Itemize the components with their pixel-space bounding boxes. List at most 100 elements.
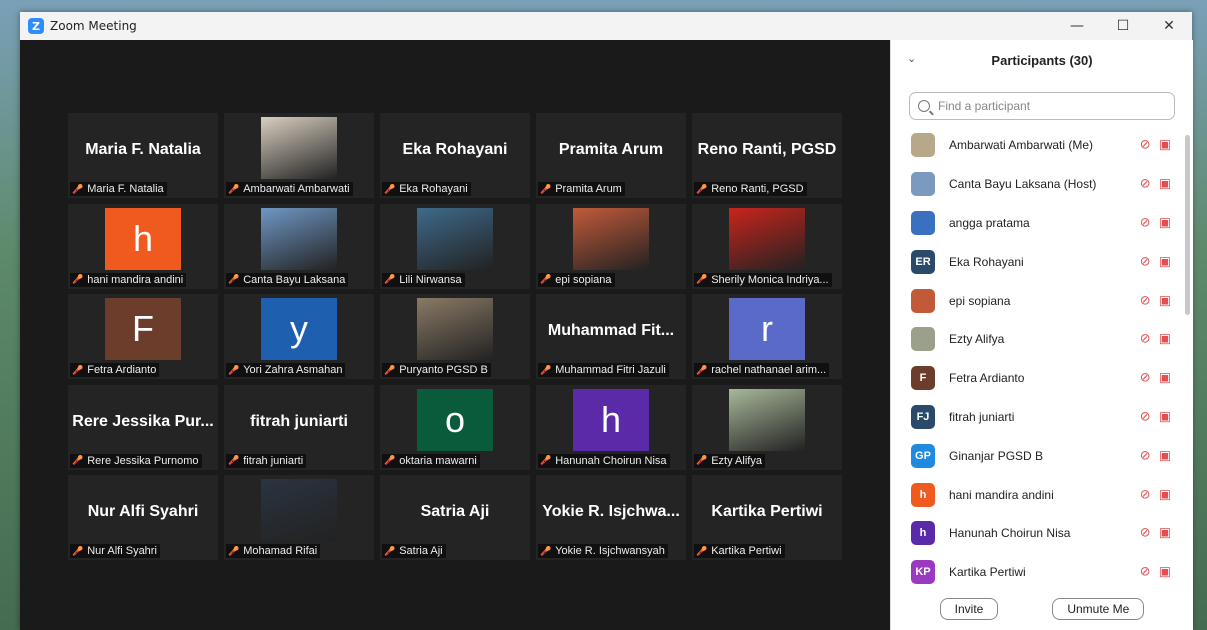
tile-name-label: 🎤 rachel nathanael arim...: [694, 363, 830, 377]
video-tile[interactable]: Maria F. Natalia 🎤 Maria F. Natalia: [68, 113, 218, 198]
window-title: Zoom Meeting: [50, 19, 137, 33]
video-tile[interactable]: Reno Ranti, PGSD 🎤 Reno Ranti, PGSD: [692, 113, 842, 198]
tile-label-text: Yori Zahra Asmahan: [243, 364, 343, 376]
tile-name-label: 🎤 Kartika Pertiwi: [694, 544, 785, 558]
tile-label-text: Pramita Arum: [555, 183, 622, 195]
video-tile[interactable]: Muhammad Fit... 🎤 Muhammad Fitri Jazuli: [536, 294, 686, 379]
mic-muted-icon: 🎤: [384, 183, 396, 194]
zoom-window: Z Zoom Meeting — ☐ ✕ Maria F. Natalia 🎤 Ma…: [20, 12, 1193, 630]
avatar: FJ: [911, 404, 935, 429]
participant-row[interactable]: GP Ginanjar PGSD B ⊘ ▣: [891, 436, 1183, 475]
participant-row[interactable]: Ambarwati Ambarwati (Me) ⊘ ▣: [891, 126, 1183, 165]
mic-muted-icon: 🎤: [384, 455, 396, 465]
tile-label-text: hani mandira andini: [87, 273, 184, 286]
video-tile[interactable]: r 🎤 rachel nathanael arim...: [692, 294, 842, 379]
mic-muted-icon: ⊘: [1139, 137, 1151, 153]
video-tile[interactable]: 🎤 epi sopiana: [536, 203, 686, 289]
invite-button[interactable]: Invite: [939, 598, 999, 620]
participant-name: Kartika Pertiwi: [949, 565, 1026, 580]
video-tile[interactable]: Pramita Arum 🎤 Pramita Arum: [536, 113, 686, 198]
panel-title: Participants (30): [991, 52, 1093, 68]
avatar: h: [911, 482, 935, 507]
mic-muted-icon: 🎤: [72, 455, 84, 465]
video-off-icon: ▣: [1158, 293, 1171, 309]
tile-label-text: Reno Ranti, PGSD: [711, 183, 804, 195]
tile-name-label: 🎤 Reno Ranti, PGSD: [694, 182, 807, 196]
video-tile[interactable]: o 🎤 oktaria mawarni: [380, 384, 530, 470]
video-tile[interactable]: Kartika Pertiwi 🎤 Kartika Pertiwi: [692, 475, 842, 560]
participant-row[interactable]: angga pratama ⊘ ▣: [891, 204, 1183, 243]
tile-name-label: 🎤 Maria F. Natalia: [70, 182, 167, 196]
tile-label-text: Hanunah Choirun Nisa: [555, 454, 667, 467]
panel-header: ⌄ Participants (30): [891, 40, 1193, 80]
participant-row[interactable]: ER Eka Rohayani ⊘ ▣: [891, 242, 1183, 281]
participant-row[interactable]: F Fetra Ardianto ⊘ ▣: [891, 359, 1183, 398]
participant-name: Ginanjar PGSD B: [949, 448, 1044, 463]
participant-row[interactable]: h hani mandira andini ⊘ ▣: [891, 475, 1183, 514]
video-tile[interactable]: 🎤 Ambarwati Ambarwati: [224, 113, 374, 198]
participant-row[interactable]: epi sopiana ⊘ ▣: [891, 281, 1183, 320]
participant-row[interactable]: h Hanunah Choirun Nisa ⊘ ▣: [891, 514, 1183, 553]
tile-label-text: Kartika Pertiwi: [711, 545, 782, 557]
video-tile[interactable]: Satria Aji 🎤 Satria Aji: [380, 475, 530, 560]
participant-list: Ambarwati Ambarwati (Me) ⊘ ▣ Canta Bayu Lak…: [891, 126, 1183, 592]
tile-avatar: F: [105, 298, 181, 360]
video-tile[interactable]: 🎤 Canta Bayu Laksana: [224, 203, 374, 289]
tile-name-label: 🎤 Sherily Monica Indriya...: [694, 272, 832, 287]
tile-label-text: Yokie R. Isjchwansyah: [555, 545, 665, 557]
title-bar: Z Zoom Meeting — ☐ ✕: [20, 12, 1192, 40]
participant-row[interactable]: Canta Bayu Laksana (Host) ⊘ ▣: [891, 165, 1183, 204]
video-tile[interactable]: 🎤 Puryanto PGSD B: [380, 294, 530, 379]
avatar: [911, 288, 935, 313]
participant-search[interactable]: [909, 92, 1175, 120]
tile-name-label: 🎤 Hanunah Choirun Nisa: [538, 453, 670, 468]
video-tile[interactable]: 🎤 Sherily Monica Indriya...: [692, 203, 842, 289]
video-tile[interactable]: y 🎤 Yori Zahra Asmahan: [224, 294, 374, 379]
mic-muted-icon: ⊘: [1139, 525, 1151, 541]
video-tile[interactable]: h 🎤 Hanunah Choirun Nisa: [536, 384, 686, 470]
video-tile[interactable]: h 🎤 hani mandira andini: [68, 203, 218, 289]
video-off-icon: ▣: [1158, 448, 1171, 464]
participant-row[interactable]: Ezty Alifya ⊘ ▣: [891, 320, 1183, 359]
tile-video-feed: [729, 388, 805, 451]
participant-row[interactable]: KP Kartika Pertiwi ⊘ ▣: [891, 553, 1183, 592]
tile-name-label: 🎤 hani mandira andini: [70, 272, 187, 287]
scrollbar[interactable]: [1185, 135, 1190, 315]
tile-label-text: epi sopiana: [555, 273, 612, 286]
tile-name-label: 🎤 Yori Zahra Asmahan: [226, 363, 346, 377]
video-tile[interactable]: Yokie R. Isjchwa... 🎤 Yokie R. Isjchwansya…: [536, 475, 686, 560]
unmute-me-button[interactable]: Unmute Me: [1052, 598, 1145, 620]
video-tile[interactable]: Nur Alfi Syahri 🎤 Nur Alfi Syahri: [68, 475, 218, 560]
participant-name: Hanunah Choirun Nisa: [949, 526, 1071, 541]
video-off-icon: ▣: [1158, 254, 1171, 270]
tile-label-text: Ezty Alifya: [711, 454, 762, 467]
video-tile[interactable]: F 🎤 Fetra Ardianto: [68, 294, 218, 379]
mic-muted-icon: 🎤: [696, 364, 708, 375]
mic-muted-icon: ⊘: [1139, 215, 1151, 231]
avatar: [911, 327, 935, 352]
mic-muted-icon: ⊘: [1139, 487, 1151, 503]
chevron-down-icon[interactable]: ⌄: [907, 52, 916, 65]
tile-label-text: Muhammad Fitri Jazuli: [555, 364, 666, 376]
video-tile[interactable]: 🎤 Mohamad Rifai: [224, 475, 374, 560]
mic-muted-icon: ⊘: [1139, 564, 1151, 580]
video-tile[interactable]: Rere Jessika Pur... 🎤 Rere Jessika Purnomo: [68, 384, 218, 470]
video-off-icon: ▣: [1158, 487, 1171, 503]
maximize-button[interactable]: ☐: [1100, 12, 1146, 40]
close-button[interactable]: ✕: [1146, 12, 1192, 40]
video-tile[interactable]: fitrah juniarti 🎤 fitrah juniarti: [224, 384, 374, 470]
video-tile[interactable]: 🎤 Lili Nirwansa: [380, 203, 530, 289]
tile-name-label: 🎤 Lili Nirwansa: [382, 272, 465, 287]
mic-muted-icon: 🎤: [384, 364, 396, 375]
video-tile[interactable]: 🎤 Ezty Alifya: [692, 384, 842, 470]
participant-name: angga pratama: [949, 215, 1030, 230]
mic-muted-icon: ⊘: [1139, 254, 1151, 270]
tile-label-text: Fetra Ardianto: [87, 364, 157, 376]
tile-label-text: Eka Rohayani: [399, 183, 468, 195]
participant-row[interactable]: FJ fitrah juniarti ⊘ ▣: [891, 398, 1183, 437]
search-input[interactable]: [936, 98, 1160, 114]
mic-muted-icon: 🎤: [228, 545, 240, 556]
tile-display-name: Nur Alfi Syahri: [87, 503, 199, 520]
video-tile[interactable]: Eka Rohayani 🎤 Eka Rohayani: [380, 113, 530, 198]
minimize-button[interactable]: —: [1054, 12, 1100, 40]
